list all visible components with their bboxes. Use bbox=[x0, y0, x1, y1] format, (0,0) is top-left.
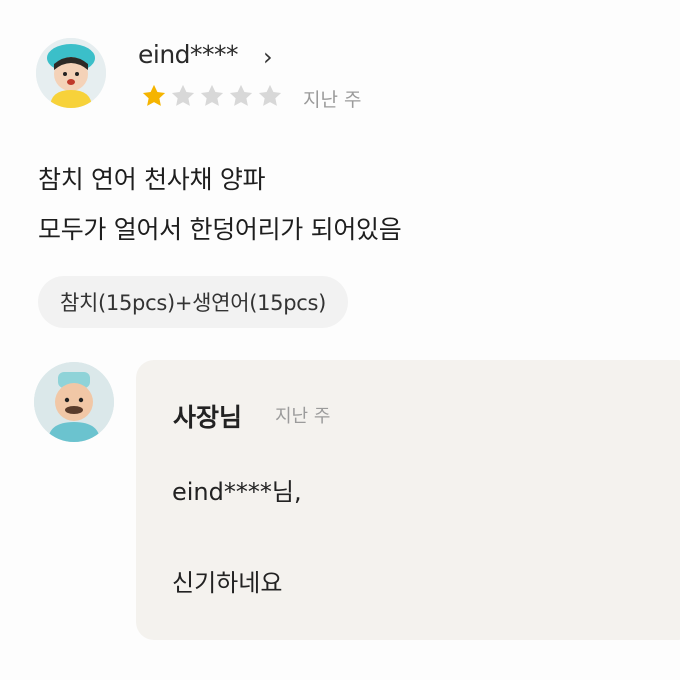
star-icon bbox=[142, 84, 166, 106]
review-text-line2: 모두가 얼어서 한덩어리가 되어있음 bbox=[38, 215, 402, 244]
chevron-right-icon[interactable]: › bbox=[263, 43, 273, 71]
star-icon bbox=[171, 84, 195, 106]
review-date: 지난 주 bbox=[303, 89, 362, 111]
star-icon bbox=[200, 84, 224, 106]
star-rating bbox=[140, 82, 284, 110]
star-icon bbox=[229, 84, 253, 106]
reviewer-avatar[interactable] bbox=[36, 38, 106, 108]
reviewer-username[interactable]: eind**** bbox=[138, 40, 239, 69]
owner-avatar bbox=[34, 362, 114, 442]
cartoon-girl-avatar-icon bbox=[36, 38, 106, 108]
reply-date: 지난 주 bbox=[275, 406, 331, 427]
star-icon bbox=[258, 84, 282, 106]
reply-text-line2: 신기하네요 bbox=[172, 569, 283, 597]
review-text-line1: 참치 연어 천사채 양파 bbox=[38, 165, 266, 194]
cartoon-owner-avatar-icon bbox=[34, 362, 114, 442]
order-option-chip: 참치(15pcs)+생연어(15pcs) bbox=[38, 276, 349, 328]
reply-text-line1: eind****님, bbox=[172, 478, 302, 506]
owner-name: 사장님 bbox=[173, 403, 243, 432]
